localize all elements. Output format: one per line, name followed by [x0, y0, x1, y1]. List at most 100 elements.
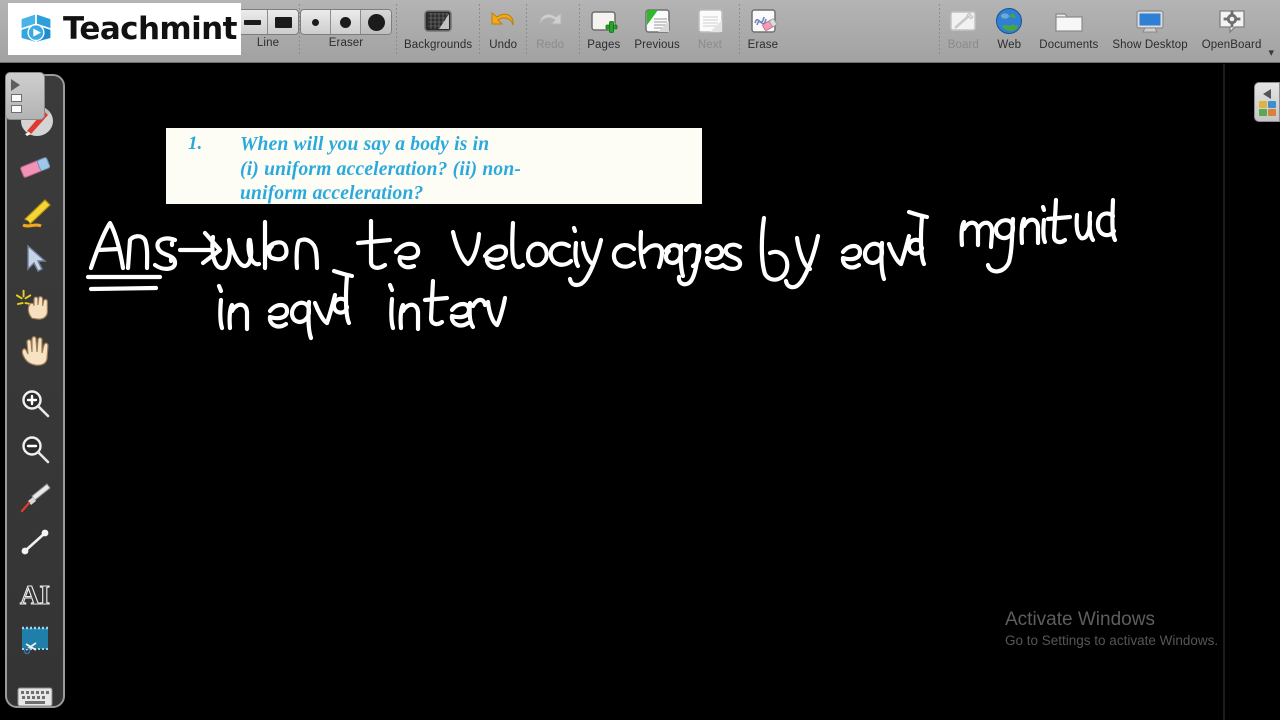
text-tool[interactable]: AI [15, 578, 55, 610]
openboard-app: Line Eraser Backgrounds Undo Redo Pages … [0, 0, 1280, 720]
left-tool-palette: AI [5, 72, 65, 710]
thin-line-icon [244, 19, 261, 25]
line-segment-icon [21, 529, 49, 555]
eraser-small-option[interactable] [301, 10, 331, 34]
undo-arrow-icon [491, 11, 514, 26]
board-button[interactable]: Board [940, 5, 986, 51]
line-tool[interactable] [15, 526, 55, 558]
capture-tool[interactable] [15, 624, 55, 656]
undo-label: Undo [489, 39, 518, 51]
pages-button[interactable]: Pages [580, 5, 627, 51]
zoom-in-tool[interactable] [15, 388, 55, 420]
select-tool[interactable] [15, 242, 55, 274]
toolbar-group-documents: Documents [1032, 0, 1105, 62]
marker-tool[interactable] [15, 196, 55, 228]
zoom-out-icon [22, 436, 50, 464]
palette-page-icon [11, 94, 22, 102]
documents-button[interactable]: Documents [1032, 5, 1105, 51]
toolbar-group-web: Web [986, 0, 1032, 62]
grid-background-icon [424, 10, 452, 32]
toolbar-group-eraser: Eraser [300, 0, 392, 62]
monitor-icon [1136, 10, 1164, 33]
open-hand-icon [21, 336, 49, 366]
previous-page-icon [645, 9, 670, 33]
show-desktop-label: Show Desktop [1112, 39, 1188, 51]
documents-label: Documents [1039, 39, 1099, 51]
backgrounds-label: Backgrounds [404, 39, 473, 51]
next-button[interactable]: Next [687, 5, 733, 51]
toolbar-overflow-caret[interactable]: ▾ [1268, 46, 1280, 62]
small-dot-icon [312, 18, 319, 26]
teachmint-brand-text: Teachmint [63, 11, 237, 47]
redo-label: Redo [536, 39, 565, 51]
watermark-title: Activate Windows [1005, 609, 1155, 630]
large-dot-icon [367, 13, 385, 31]
question-row: 1. When will you say a body is in (i) un… [178, 133, 702, 207]
eraser-icon [20, 157, 51, 178]
line-label: Line [256, 37, 280, 49]
line-width-thin-option[interactable] [238, 10, 268, 34]
eraser-tool[interactable] [15, 152, 55, 182]
eraser-medium-option[interactable] [331, 10, 361, 34]
show-desktop-button[interactable]: Show Desktop [1105, 5, 1194, 51]
zoom-out-tool[interactable] [15, 434, 55, 466]
capture-area-icon [22, 626, 48, 655]
line-width-selector[interactable] [237, 9, 299, 35]
previous-button[interactable]: Previous [627, 5, 687, 51]
erase-button[interactable]: Erase [740, 5, 786, 51]
keyboard-tool[interactable] [15, 684, 55, 710]
laser-pointer-icon [20, 483, 51, 513]
toolbar-group-previous: Previous [627, 0, 687, 62]
erase-all-icon [751, 9, 777, 33]
toolbar-group-line: Line [237, 0, 299, 62]
collapse-left-arrow-icon [1263, 88, 1271, 99]
teachmint-book-logo-icon [21, 14, 51, 42]
eraser-large-option[interactable] [361, 10, 391, 34]
pointer-tool[interactable] [15, 288, 55, 320]
line-width-thick-option[interactable] [268, 10, 298, 34]
text-tool-icon: AI [19, 579, 50, 610]
add-page-icon [591, 11, 618, 33]
toolbar-group-undo: Undo [480, 0, 526, 62]
web-button[interactable]: Web [986, 5, 1032, 51]
toolbar-group-next: Next [687, 0, 733, 62]
backgrounds-button[interactable]: Backgrounds [397, 5, 479, 51]
toolbar-group-redo: Redo [527, 0, 573, 62]
palette-page-icon [11, 105, 22, 113]
openboard-button[interactable]: OpenBoard [1195, 5, 1269, 51]
zoom-in-icon [22, 390, 50, 418]
cursor-arrow-icon [27, 244, 47, 272]
toolbar-group-show-desktop: Show Desktop [1105, 0, 1194, 62]
medium-dot-icon [340, 16, 351, 28]
thick-line-icon [274, 16, 292, 28]
question-text: When will you say a body is in (i) unifo… [240, 133, 521, 207]
redo-arrow-icon [539, 11, 562, 26]
question-line-1: When will you say a body is in [240, 134, 490, 155]
watermark-subtitle: Go to Settings to activate Windows. [1005, 633, 1219, 648]
svg-text:AI: AI [20, 580, 50, 610]
palette-expand-arrow-icon [11, 79, 20, 91]
globe-icon [996, 8, 1023, 34]
toolbar-group-pages: Pages [580, 0, 627, 62]
next-page-icon [698, 9, 723, 33]
library-panel-toggle[interactable] [1254, 82, 1280, 122]
pages-label: Pages [587, 39, 621, 51]
click-hand-icon [15, 289, 48, 320]
question-line-2: (i) uniform acceleration? (ii) non- [240, 158, 522, 180]
toolbar-group-openboard: OpenBoard [1195, 0, 1269, 62]
toolbar-group-erase: Erase [740, 0, 786, 62]
toolbar-group-board: Board [940, 0, 986, 62]
laser-pointer-tool[interactable] [15, 480, 55, 513]
redo-button[interactable]: Redo [527, 5, 573, 51]
hand-tool[interactable] [15, 334, 55, 366]
palette-collapse-handle[interactable] [5, 72, 45, 120]
question-card: 1. When will you say a body is in (i) un… [166, 128, 702, 204]
openboard-label: OpenBoard [1201, 39, 1262, 51]
windows-activation-watermark: Activate Windows Go to Settings to activ… [1005, 608, 1265, 650]
undo-button[interactable]: Undo [480, 5, 526, 51]
question-number: 1. [188, 133, 203, 154]
erase-label: Erase [747, 39, 779, 51]
next-label: Next [697, 39, 722, 51]
eraser-size-selector[interactable] [300, 9, 392, 35]
toolbar-group-backgrounds: Backgrounds [397, 0, 479, 62]
